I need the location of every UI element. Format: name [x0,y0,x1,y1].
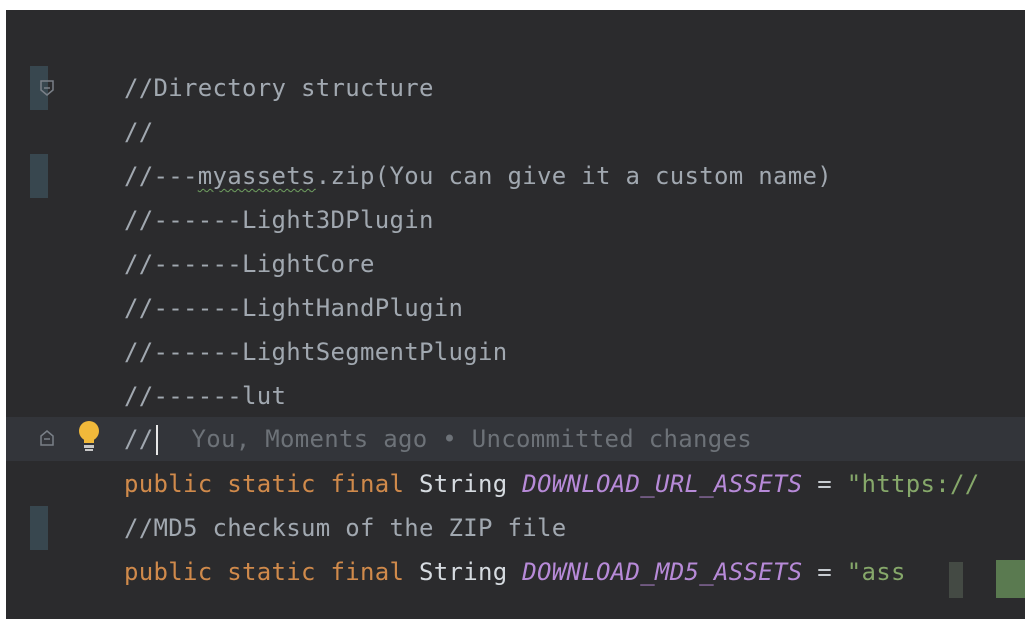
fold-collapse-icon[interactable] [40,430,54,446]
keyword: final [330,558,405,586]
comment-text: // [124,425,154,453]
code-line[interactable]: //---myassets.zip(You can give it a cust… [124,154,832,198]
constant-name: DOWNLOAD_MD5_ASSETS [522,558,803,586]
spelling-warning-word[interactable]: myassets [198,162,316,190]
comment-suffix: .zip(You can give it a custom name) [315,162,832,190]
keyword: static [227,558,316,586]
gutter-change-marker[interactable] [30,154,48,198]
gutter-change-marker[interactable] [30,506,48,550]
code-editor[interactable]: //Directory structure // //---myassets.z… [6,10,1025,619]
lightbulb-icon[interactable] [76,419,102,453]
operator: = [817,470,832,498]
keyword: public [124,470,213,498]
keyword: static [227,470,316,498]
code-line[interactable]: //------LightCore [124,242,375,286]
keyword: final [330,470,405,498]
redacted-block [996,560,1025,598]
constant-name: DOWNLOAD_URL_ASSETS [522,470,803,498]
keyword: public [124,558,213,586]
code-line[interactable]: //------LightSegmentPlugin [124,330,507,374]
code-line[interactable]: //------LightHandPlugin [124,286,463,330]
code-line[interactable]: //------Light3DPlugin [124,198,434,242]
code-line[interactable]: //Directory structure [124,66,434,110]
code-line[interactable]: //MD5 checksum of the ZIP file [124,506,566,550]
string-literal: "ass [846,558,906,586]
code-line[interactable]: // [124,110,154,154]
code-line-current[interactable]: // You, Moments ago • Uncommitted changes [124,417,752,461]
git-blame-annotation: You, Moments ago • Uncommitted changes [191,425,752,453]
code-line[interactable]: //------lut [124,374,286,418]
fold-collapse-icon[interactable] [40,80,54,96]
comment-prefix: //--- [124,162,198,190]
text-caret [155,425,158,455]
type-name: String [419,558,508,586]
code-line[interactable]: public static final String DOWNLOAD_MD5_… [124,550,906,594]
redacted-block [949,562,963,598]
string-literal: "https:// [846,470,980,498]
code-line[interactable]: public static final String DOWNLOAD_URL_… [124,462,980,506]
operator: = [817,558,832,586]
type-name: String [419,470,508,498]
